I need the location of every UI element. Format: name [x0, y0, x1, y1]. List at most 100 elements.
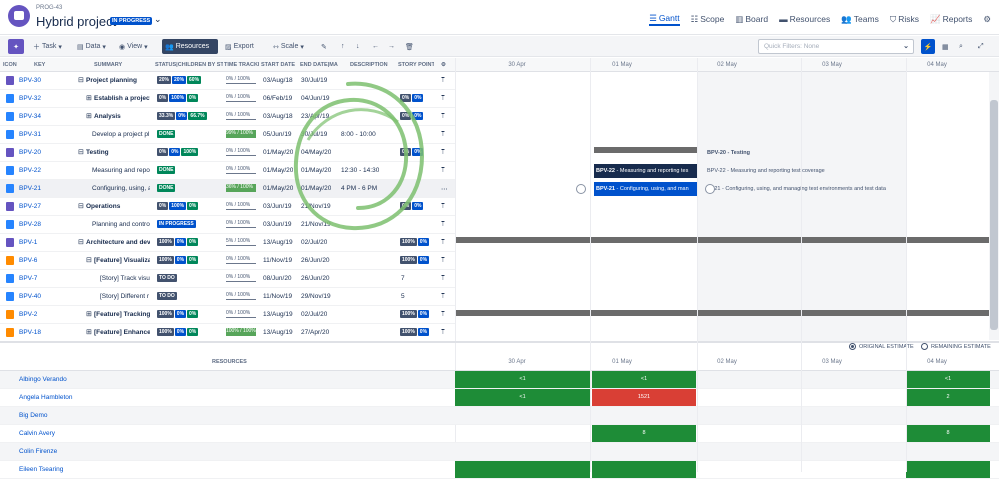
collapse-icon[interactable]: ⊟: [78, 148, 84, 156]
trash-icon[interactable]: 🗑: [402, 39, 417, 54]
pin-icon[interactable]: ⍑: [441, 239, 445, 247]
gear-icon[interactable]: ⚙: [983, 12, 991, 26]
end-date[interactable]: 29/Nov/19: [301, 293, 331, 300]
resource-load-cell[interactable]: <1: [455, 371, 590, 388]
col-end-date[interactable]: END DATE|MANUAL: [300, 62, 338, 68]
task-summary[interactable]: [Story] Track visu: [100, 275, 150, 282]
col-story-points[interactable]: STORY POINTS: [398, 62, 434, 68]
task-menu-button[interactable]: ＋ Task ▾: [30, 39, 65, 54]
pin-icon[interactable]: ⍑: [441, 257, 445, 265]
start-date[interactable]: 11/Nov/19: [263, 293, 292, 300]
lightning-icon[interactable]: ⚡: [921, 39, 935, 54]
resource-name[interactable]: Big Demo: [19, 412, 48, 419]
start-date[interactable]: 13/Aug/19: [263, 329, 293, 336]
task-summary[interactable]: Operations: [86, 203, 150, 210]
task-key[interactable]: BPV-18: [19, 329, 41, 336]
pin-icon[interactable]: ⍑: [441, 221, 445, 229]
resource-load-cell[interactable]: 2: [906, 389, 990, 406]
search-icon[interactable]: ⌕: [956, 39, 966, 54]
end-date[interactable]: 26/Jun/20: [301, 257, 330, 264]
resource-name[interactable]: Calvin Avery: [19, 430, 55, 437]
quick-filters-select[interactable]: Quick Filters: None ⌄: [758, 39, 914, 54]
task-row[interactable]: BPV-7 [Story] Track visu TO DO 0% / 100% 08/…: [0, 270, 455, 288]
gear-icon[interactable]: ⚙: [441, 62, 446, 68]
export-button[interactable]: ▨ Export: [222, 39, 257, 54]
collapse-icon[interactable]: ⊟: [86, 256, 92, 264]
arrow-up-icon[interactable]: ↑: [338, 39, 348, 54]
task-summary[interactable]: Measuring and repo: [92, 167, 150, 174]
start-date[interactable]: 13/Aug/19: [263, 239, 293, 246]
story-points[interactable]: 5: [401, 293, 405, 300]
task-key[interactable]: BPV-32: [19, 95, 41, 102]
task-row[interactable]: BPV-6 ⊟ [Feature] Visualizat 100% 0% 0% 0% / 1…: [0, 252, 455, 270]
task-row[interactable]: BPV-40 [Story] Different r TO DO 0% / 100% 1…: [0, 288, 455, 306]
task-key[interactable]: BPV-6: [19, 257, 37, 264]
task-summary[interactable]: Configuring, using, a: [92, 185, 150, 192]
task-summary[interactable]: Testing: [86, 149, 150, 156]
task-row[interactable]: BPV-18 ⊞ [Feature] Enhanced 100% 0% 0% 100% / …: [0, 324, 455, 342]
task-summary[interactable]: [Feature] Visualizat: [94, 257, 150, 264]
story-points[interactable]: 7: [401, 275, 405, 282]
original-estimate-radio[interactable]: ORIGINAL ESTIMATE: [849, 343, 914, 350]
data-menu-button[interactable]: ▤ Data ▾: [74, 39, 109, 54]
expand-icon[interactable]: ⊞: [86, 94, 92, 102]
more-icon[interactable]: ⋯: [441, 185, 448, 193]
chevron-down-icon[interactable]: ⌄: [154, 14, 162, 25]
pin-icon[interactable]: ⍑: [441, 113, 445, 121]
tab-teams[interactable]: 👥 Teams: [841, 12, 879, 26]
pin-icon[interactable]: ⍑: [441, 77, 445, 85]
task-summary[interactable]: Establish a project s: [94, 95, 150, 102]
gantt-scrollbar-thumb[interactable]: [990, 100, 998, 330]
end-date[interactable]: 02/Jul/20: [301, 311, 327, 318]
task-row[interactable]: BPV-2 ⊞ [Feature] Tracking a 100% 0% 0% 0% / 1…: [0, 306, 455, 324]
link-handle-icon[interactable]: [705, 184, 715, 194]
pin-icon[interactable]: ⍑: [441, 311, 445, 319]
resource-load-cell[interactable]: [592, 461, 696, 478]
resource-load-cell[interactable]: [906, 461, 990, 478]
task-summary[interactable]: [Feature] Enhanced: [94, 329, 150, 336]
resources-button[interactable]: 👥 Resources: [162, 39, 218, 54]
pin-icon[interactable]: ⍑: [441, 95, 445, 103]
col-status[interactable]: STATUS|CHILDREN BY STATUS: [155, 62, 223, 68]
calendar-icon[interactable]: ▦: [939, 39, 952, 54]
project-title[interactable]: Hybrid project: [36, 14, 116, 29]
resource-name[interactable]: Colin Firenze: [19, 448, 57, 455]
pin-icon[interactable]: ⍑: [441, 275, 445, 283]
end-date[interactable]: 02/Jul/20: [301, 239, 327, 246]
task-summary[interactable]: [Feature] Tracking a: [94, 311, 150, 318]
task-key[interactable]: BPV-31: [19, 131, 41, 138]
col-summary[interactable]: SUMMARY: [94, 62, 134, 68]
task-key[interactable]: BPV-28: [19, 221, 41, 228]
end-date[interactable]: 27/Apr/20: [301, 329, 329, 336]
pin-icon[interactable]: ⍑: [441, 149, 445, 157]
tab-reports[interactable]: 📈 Reports: [930, 12, 972, 26]
tab-board[interactable]: ▥ Board: [735, 12, 768, 26]
pin-icon[interactable]: ⍑: [441, 167, 445, 175]
task-key[interactable]: BPV-34: [19, 113, 41, 120]
end-date[interactable]: 26/Jun/20: [301, 275, 330, 282]
col-time-tracking[interactable]: TIME TRACKING: [224, 62, 259, 68]
resource-name[interactable]: Angela Hambleton: [19, 394, 72, 401]
col-description[interactable]: DESCRIPTION: [350, 62, 392, 68]
scale-menu-button[interactable]: ⇿ Scale ▾: [270, 39, 307, 54]
expand-icon[interactable]: ⤢: [975, 39, 987, 54]
task-key[interactable]: BPV-40: [19, 293, 41, 300]
expand-icon[interactable]: ⊞: [86, 328, 92, 336]
gantt-task-bar[interactable]: BPV-22 - Measuring and reporting tes: [594, 164, 697, 178]
pin-icon[interactable]: ⍑: [441, 293, 445, 301]
task-key[interactable]: BPV-22: [19, 167, 41, 174]
task-key[interactable]: BPV-1: [19, 239, 37, 246]
arrow-right-icon[interactable]: →: [385, 39, 398, 54]
link-handle-icon[interactable]: [576, 184, 586, 194]
resource-load-cell[interactable]: [455, 461, 590, 478]
resource-load-cell[interactable]: 1521: [592, 389, 696, 406]
view-menu-button[interactable]: ◉ View ▾: [116, 39, 151, 54]
resource-load-cell[interactable]: <1: [906, 371, 990, 388]
task-summary[interactable]: Analysis: [94, 113, 150, 120]
tab-gantt[interactable]: ☰ Gantt: [649, 12, 680, 26]
collapse-icon[interactable]: ⊟: [78, 76, 84, 84]
task-summary[interactable]: Develop a project pl: [92, 131, 150, 138]
arrow-down-icon[interactable]: ↓: [353, 39, 363, 54]
task-key[interactable]: BPV-2: [19, 311, 37, 318]
resource-load-cell[interactable]: <1: [592, 371, 696, 388]
